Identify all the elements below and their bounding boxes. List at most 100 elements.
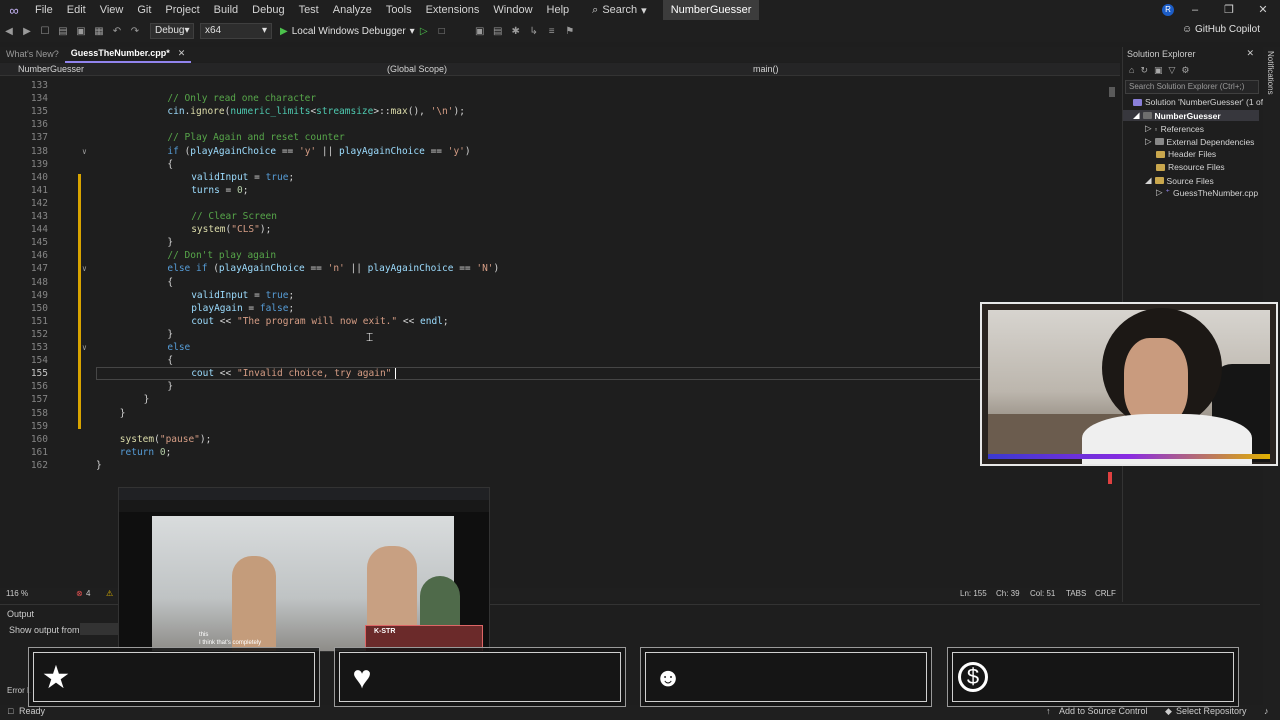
code-line[interactable]: 148 { <box>0 276 1110 289</box>
back-icon[interactable]: ◀ <box>0 26 18 37</box>
code-line[interactable]: 133 <box>0 79 1110 92</box>
code-line[interactable]: 159 <box>0 420 1110 433</box>
project-dropdown[interactable]: NumberGuesser <box>18 64 84 74</box>
tree-resource-files[interactable]: Resource Files <box>1156 162 1225 172</box>
code-line[interactable]: 158} <box>0 407 1110 420</box>
code-line[interactable]: 140 validInput = true; <box>0 171 1110 184</box>
menu-build[interactable]: Build <box>207 0 245 20</box>
code-line[interactable]: 149 validInput = true; <box>0 289 1110 302</box>
tree-references[interactable]: ▷ ▫ References <box>1145 123 1204 134</box>
menu-git[interactable]: Git <box>130 0 158 20</box>
save-icon[interactable]: ▣ <box>72 26 90 37</box>
camera-icon[interactable]: ▣ <box>471 26 489 37</box>
undo-icon[interactable]: ↶ <box>108 26 126 37</box>
new-project-icon[interactable]: ☐ <box>36 26 54 37</box>
code-line[interactable]: 155 cout << "Invalid choice, try again" <box>0 367 1110 381</box>
fold-chevron-icon[interactable]: ∨ <box>82 145 87 158</box>
fold-chevron-icon[interactable]: ∨ <box>82 262 87 275</box>
tree-header-files[interactable]: Header Files <box>1156 149 1216 159</box>
sync-icon[interactable]: ↻ <box>1140 65 1154 75</box>
output-source-select[interactable] <box>80 623 120 635</box>
select-repository[interactable]: Select Repository <box>1176 706 1247 716</box>
menu-project[interactable]: Project <box>158 0 206 20</box>
scrollbar-thumb[interactable] <box>1109 87 1115 97</box>
bell-icon[interactable]: ♪ <box>1264 706 1269 716</box>
filter-icon[interactable]: ▽ <box>1169 65 1182 75</box>
code-line[interactable]: 162} <box>0 459 1110 472</box>
code-line[interactable]: 146 // Don't play again <box>0 249 1110 262</box>
eol-indicator[interactable]: CRLF <box>1095 589 1116 598</box>
tree-solution[interactable]: Solution 'NumberGuesser' (1 of 1 project… <box>1133 97 1280 107</box>
code-line[interactable]: 156} <box>0 380 1110 393</box>
close-icon[interactable]: ✕ <box>1246 0 1280 20</box>
menu-edit[interactable]: Edit <box>60 0 93 20</box>
step-icon[interactable]: ↳ <box>525 26 543 37</box>
save-all-icon[interactable]: ▦ <box>90 26 108 37</box>
close-icon[interactable]: ✕ <box>1246 48 1254 59</box>
code-line[interactable]: 143 // Clear Screen <box>0 210 1110 223</box>
indent-icon[interactable]: ≡ <box>543 26 561 37</box>
code-line[interactable]: 150 playAgain = false; <box>0 302 1110 315</box>
warning-icon[interactable]: ⚠ <box>106 589 113 598</box>
menu-tools[interactable]: Tools <box>379 0 419 20</box>
menu-file[interactable]: File <box>28 0 60 20</box>
error-count[interactable]: 4 <box>86 589 90 598</box>
configuration-select[interactable]: Debug ▾ <box>150 23 194 39</box>
restore-icon[interactable]: ❐ <box>1212 0 1246 20</box>
code-line[interactable]: 151 cout << "The program will now exit." … <box>0 315 1110 328</box>
search-menu[interactable]: ⌕ Search ▾ <box>584 4 655 17</box>
fold-chevron-icon[interactable]: ∨ <box>82 341 87 354</box>
layout-icon[interactable]: ▤ <box>489 26 507 37</box>
solution-search-input[interactable]: Search Solution Explorer (Ctrl+;) <box>1125 80 1259 94</box>
code-line[interactable]: 138 ∨ if (playAgainChoice == 'y' || playAg… <box>0 145 1110 158</box>
avatar[interactable]: R <box>1162 4 1174 16</box>
menu-help[interactable]: Help <box>540 0 577 20</box>
code-line[interactable]: 139 { <box>0 158 1110 171</box>
tabs-indicator[interactable]: TABS <box>1066 589 1086 598</box>
tab-whats-new[interactable]: What's New? <box>0 47 65 62</box>
scope-dropdown[interactable]: (Global Scope) <box>387 64 447 74</box>
run-debugger-button[interactable]: ▶ Local Windows Debugger ▾ <box>280 26 415 37</box>
redo-icon[interactable]: ↷ <box>126 26 144 37</box>
minimize-icon[interactable]: – <box>1178 0 1212 20</box>
error-icon[interactable]: ⊗ <box>76 589 83 598</box>
code-line[interactable]: 144 system("CLS"); <box>0 223 1110 236</box>
code-line[interactable]: 154 { <box>0 354 1110 367</box>
menu-test[interactable]: Test <box>292 0 326 20</box>
start-without-debugging-icon[interactable]: ▷ <box>415 26 433 37</box>
platform-select[interactable]: x64 ▾ <box>200 23 272 39</box>
function-dropdown[interactable]: main() <box>753 64 779 74</box>
bookmark-icon[interactable]: ⚑ <box>561 26 579 37</box>
tree-project[interactable]: ◢ NumberGuesser <box>1123 110 1259 121</box>
tree-external-dependencies[interactable]: ▷ External Dependencies <box>1145 136 1254 147</box>
code-line[interactable]: 147 ∨ else if (playAgainChoice == 'n' || p… <box>0 262 1110 275</box>
menu-debug[interactable]: Debug <box>245 0 291 20</box>
zoom-level[interactable]: 116 % <box>6 589 28 598</box>
code-line[interactable]: 137 // Play Again and reset counter <box>0 131 1110 144</box>
code-line[interactable]: 141 turns = 0; <box>0 184 1110 197</box>
github-copilot-button[interactable]: ☺ GitHub Copilot <box>1182 24 1260 35</box>
tree-source-file[interactable]: ▷ ⁺ GuessTheNumber.cpp <box>1156 187 1258 198</box>
add-to-source-control[interactable]: Add to Source Control <box>1059 706 1148 716</box>
code-line[interactable]: 142 <box>0 197 1110 210</box>
home-icon[interactable]: ⌂ <box>1129 65 1140 75</box>
code-line[interactable]: 161 return 0; <box>0 446 1110 459</box>
close-icon[interactable]: ✕ <box>178 48 186 58</box>
code-line[interactable]: 135 cin.ignore(numeric_limits<streamsize>… <box>0 105 1110 118</box>
menu-view[interactable]: View <box>93 0 131 20</box>
code-line[interactable]: 152} <box>0 328 1110 341</box>
menu-extensions[interactable]: Extensions <box>419 0 487 20</box>
menu-analyze[interactable]: Analyze <box>326 0 379 20</box>
collapse-icon[interactable]: ▣ <box>1154 65 1169 75</box>
settings-icon[interactable]: ⚙ <box>1181 65 1195 75</box>
open-folder-icon[interactable]: ▤ <box>54 26 72 37</box>
menu-window[interactable]: Window <box>486 0 539 20</box>
attach-icon[interactable]: □ <box>433 26 451 37</box>
code-line[interactable]: 145} <box>0 236 1110 249</box>
tree-source-files[interactable]: ◢ Source Files <box>1145 175 1214 186</box>
bug-icon[interactable]: ✱ <box>507 26 525 37</box>
code-line[interactable]: 157} <box>0 393 1110 406</box>
tab-guess-the-number[interactable]: GuessTheNumber.cpp* ✕ <box>64 46 192 63</box>
code-line[interactable]: 160 system("pause"); <box>0 433 1110 446</box>
code-line[interactable]: 134 // Only read one character <box>0 92 1110 105</box>
